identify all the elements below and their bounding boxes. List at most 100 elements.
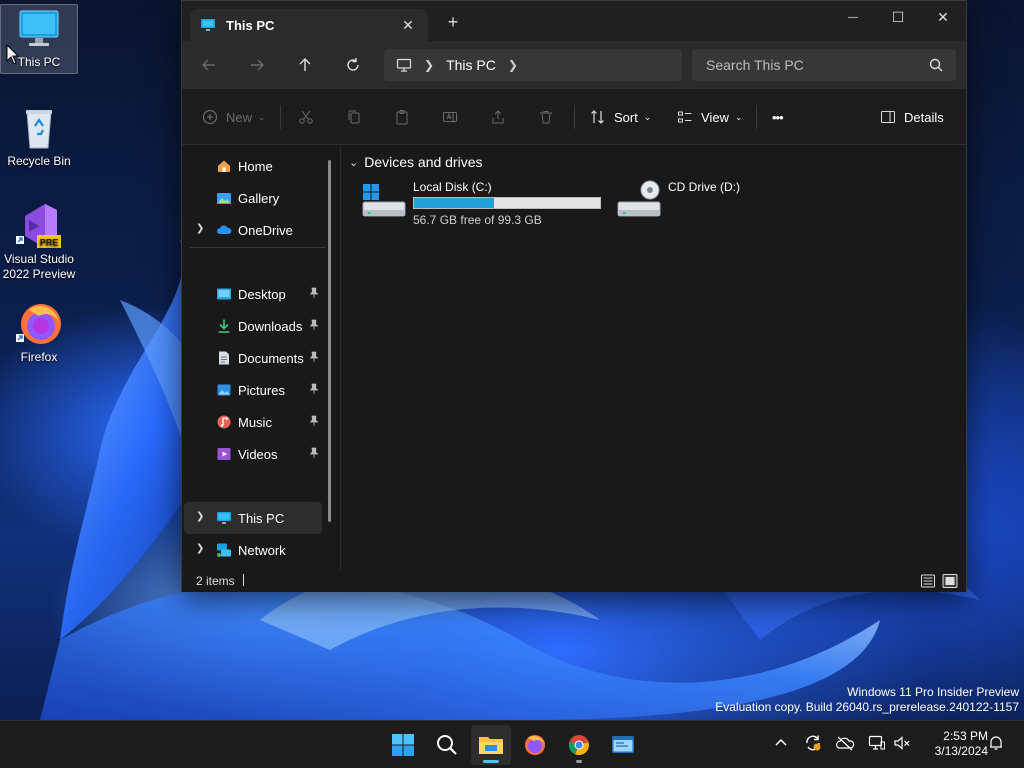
chevron-down-icon[interactable]: ⌄: [349, 156, 358, 169]
system-clock[interactable]: 2:53 PM 3/13/2024: [918, 729, 988, 759]
network-tray-button[interactable]: [867, 733, 887, 753]
pin-icon[interactable]: [308, 383, 320, 395]
remote-desktop-taskbar-button[interactable]: [603, 725, 643, 765]
sidebar-item-network[interactable]: ❯ Network: [184, 534, 322, 566]
details-view-icon[interactable]: [920, 573, 936, 589]
sidebar-item-home[interactable]: Home: [184, 150, 322, 182]
sort-button[interactable]: Sort ⌄: [590, 105, 651, 129]
up-button[interactable]: [293, 53, 317, 77]
chevron-right-icon[interactable]: ❯: [508, 58, 518, 72]
rename-button[interactable]: [442, 105, 458, 129]
chevron-right-icon[interactable]: ❯: [196, 511, 206, 522]
new-tab-button[interactable]: +: [444, 13, 462, 31]
volume-tray-button[interactable]: [892, 733, 912, 753]
monitor-outline-icon: [396, 58, 412, 72]
drive-name: CD Drive (D:): [668, 180, 740, 194]
mouse-cursor-icon: [6, 44, 20, 65]
onedrive-tray-button[interactable]: [835, 733, 855, 753]
drive-item-local-disk[interactable]: Local Disk (C:) 56.7 GB free of 99.3 GB: [361, 178, 603, 227]
sort-icon: [591, 110, 604, 124]
copy-button[interactable]: [346, 105, 362, 129]
running-indicator: [483, 760, 499, 763]
status-separator: [243, 574, 244, 586]
search-taskbar-button[interactable]: [427, 725, 467, 765]
firefox-icon: [525, 735, 545, 755]
chevron-down-icon: ⌄: [734, 111, 743, 122]
view-button[interactable]: View ⌄: [677, 105, 743, 129]
search-input[interactable]: Search This PC: [692, 49, 956, 81]
sidebar-item-label: This PC: [238, 511, 285, 526]
sidebar-divider: [190, 247, 326, 248]
desktop-icon-firefox[interactable]: Firefox: [0, 300, 78, 365]
drive-usage-bar: [413, 197, 601, 209]
chrome-icon: [568, 735, 589, 756]
sidebar-item-pictures[interactable]: Pictures: [184, 374, 322, 406]
firefox-taskbar-button[interactable]: [515, 725, 555, 765]
volume-muted-icon: [894, 736, 910, 750]
breadcrumb-this-pc[interactable]: This PC: [446, 57, 496, 73]
view-label: View: [701, 109, 729, 125]
pin-icon[interactable]: [308, 319, 320, 331]
maximize-icon: ☐: [891, 8, 905, 25]
large-icons-view-icon[interactable]: [942, 573, 958, 589]
new-button[interactable]: New ⌄: [202, 105, 266, 129]
toolbar-divider: [280, 105, 281, 129]
sidebar-item-this-pc[interactable]: ❯ This PC: [184, 502, 322, 534]
more-options-button[interactable]: •••: [772, 105, 784, 129]
address-bar[interactable]: ❯ This PC ❯: [384, 49, 682, 81]
sync-status-button[interactable]: [803, 733, 823, 753]
preview-badge: PRE: [40, 238, 59, 248]
tab-title: This PC: [226, 17, 275, 33]
pin-icon[interactable]: [308, 415, 320, 427]
sidebar-item-gallery[interactable]: Gallery: [184, 182, 322, 214]
cut-button[interactable]: [298, 105, 314, 129]
chevron-up-icon: [775, 738, 787, 746]
maximize-button[interactable]: ☐: [875, 1, 921, 33]
group-header-devices[interactable]: ⌄ Devices and drives: [349, 154, 483, 170]
tab-close-icon[interactable]: ✕: [400, 17, 416, 33]
sidebar-item-downloads[interactable]: Downloads: [184, 310, 322, 342]
sidebar-item-desktop[interactable]: Desktop: [184, 278, 322, 310]
details-pane-button[interactable]: Details: [880, 105, 944, 129]
back-button[interactable]: [197, 53, 221, 77]
pin-icon[interactable]: [308, 351, 320, 363]
refresh-button[interactable]: [341, 53, 365, 77]
start-button[interactable]: [383, 725, 423, 765]
show-hidden-icons-button[interactable]: [771, 733, 791, 753]
sidebar-item-documents[interactable]: Documents: [184, 342, 322, 374]
onedrive-cloud-icon: [217, 225, 232, 234]
chevron-right-icon[interactable]: ❯: [196, 223, 206, 234]
desktop-icon-label: Recycle Bin: [7, 154, 71, 168]
sidebar-item-videos[interactable]: Videos: [184, 438, 322, 470]
drive-name: Local Disk (C:): [413, 180, 492, 194]
sidebar-item-label: Desktop: [238, 287, 286, 302]
paste-button[interactable]: [394, 105, 410, 129]
command-bar: New ⌄ Sort ⌄ View ⌄ ••• Details: [182, 89, 966, 145]
share-button[interactable]: [490, 105, 506, 129]
sidebar-item-music[interactable]: Music: [184, 406, 322, 438]
trash-icon: [540, 111, 552, 124]
rename-icon: [443, 112, 457, 122]
forward-button[interactable]: [245, 53, 269, 77]
sidebar-item-onedrive[interactable]: ❯ OneDrive: [184, 214, 322, 246]
chrome-taskbar-button[interactable]: [559, 725, 599, 765]
scissors-icon: [299, 110, 313, 124]
drive-item-cd-drive[interactable]: CD Drive (D:): [616, 178, 756, 226]
desktop-icon-recycle-bin[interactable]: Recycle Bin: [0, 104, 78, 169]
desktop-folder-icon: [217, 288, 231, 300]
minimize-button[interactable]: —: [830, 1, 876, 33]
pin-icon[interactable]: [308, 287, 320, 299]
chevron-right-icon[interactable]: ❯: [196, 543, 206, 554]
pin-icon[interactable]: [308, 447, 320, 459]
search-placeholder: Search This PC: [706, 57, 804, 73]
close-button[interactable]: ✕: [920, 1, 966, 33]
notifications-button[interactable]: [986, 733, 1006, 753]
file-explorer-taskbar-button[interactable]: [471, 725, 511, 765]
copy-icon: [348, 110, 360, 124]
tab-this-pc[interactable]: This PC ✕: [190, 9, 428, 41]
sidebar-scrollbar[interactable]: [328, 160, 331, 522]
delete-button[interactable]: [538, 105, 554, 129]
toolbar-divider: [574, 105, 575, 129]
navigation-pane: Home Gallery ❯ OneDrive Desktop Download…: [182, 146, 332, 570]
desktop-icon-visual-studio[interactable]: PRE Visual Studio 2022 Preview: [0, 202, 78, 282]
